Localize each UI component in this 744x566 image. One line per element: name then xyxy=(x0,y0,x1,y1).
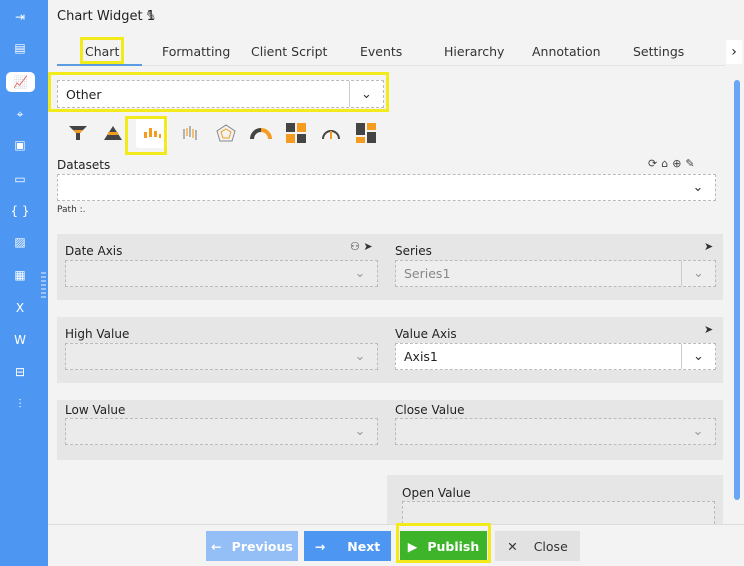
value-axis-label: Value Axis xyxy=(395,327,457,341)
active-tab-underline xyxy=(57,64,142,66)
excel-icon[interactable]: X xyxy=(9,298,31,318)
document-icon[interactable]: ▣ xyxy=(9,135,31,155)
tab-events[interactable]: Events xyxy=(360,44,402,59)
tab-client-script[interactable]: Client Script xyxy=(251,44,327,59)
chart-icon[interactable]: 📈 xyxy=(6,72,35,92)
report-icon[interactable]: ⫶ xyxy=(9,394,31,414)
open-value-label: Open Value xyxy=(402,486,471,500)
sign-in-icon[interactable]: ⇥ xyxy=(9,7,31,27)
chevron-down-icon[interactable]: ⌄ xyxy=(681,261,715,286)
chart-icon-row xyxy=(66,118,378,148)
chevron-down-icon[interactable]: ⌄ xyxy=(681,344,715,369)
arrow-right-icon: → xyxy=(314,538,326,554)
high-value-label: High Value xyxy=(65,327,130,341)
tab-annotation[interactable]: Annotation xyxy=(532,44,601,59)
home-icon[interactable]: ⌂ xyxy=(661,157,668,170)
funnel-icon[interactable] xyxy=(66,121,90,145)
map-icon[interactable]: ⌖ xyxy=(9,104,31,124)
series-select[interactable]: Series1 ⌄ xyxy=(395,260,716,287)
datasets-select[interactable]: ⌄ xyxy=(57,174,716,201)
value-axis-select[interactable]: Axis1 ⌄ xyxy=(395,343,716,370)
close-button[interactable]: ✕ Close xyxy=(495,531,580,561)
next-label: Next xyxy=(347,538,381,554)
date-axis-select[interactable]: ⌄ xyxy=(65,260,378,287)
refresh-icon[interactable]: ⟳ xyxy=(648,157,657,170)
pyramid-icon[interactable] xyxy=(101,121,125,145)
chevron-down-icon[interactable]: ⌄ xyxy=(343,261,377,286)
open-value-select[interactable] xyxy=(402,501,715,524)
code-icon[interactable]: { } xyxy=(9,201,31,221)
send-icon[interactable]: ➤ xyxy=(704,240,713,253)
dataset-actions: ⟳ ⌂ ⊕ ✎ xyxy=(648,157,695,170)
ohlc-icon[interactable] xyxy=(179,121,203,145)
tab-formatting[interactable]: Formatting xyxy=(162,44,230,59)
low-value-select[interactable]: ⌄ xyxy=(65,418,378,445)
scrollbar[interactable] xyxy=(734,80,740,500)
low-value-label: Low Value xyxy=(65,403,126,417)
treemap-icon[interactable] xyxy=(354,121,378,145)
chevron-down-icon[interactable]: ⌄ xyxy=(343,419,377,444)
close-value-select[interactable]: ⌄ xyxy=(395,418,716,445)
series-label: Series xyxy=(395,244,432,258)
arrow-left-icon: ← xyxy=(211,538,222,554)
highlight-box xyxy=(48,72,389,112)
tab-settings[interactable]: Settings xyxy=(633,44,684,59)
close-label: Close xyxy=(533,538,568,554)
chevron-right-icon[interactable]: › xyxy=(726,40,742,64)
hierarchy-icon[interactable]: ⚇ ➤ xyxy=(350,240,373,253)
heatmap-icon[interactable] xyxy=(284,121,308,145)
hierarchy-icon[interactable]: ⊟ xyxy=(9,362,31,382)
chevron-down-icon[interactable]: ⌄ xyxy=(681,419,715,444)
highlight-box xyxy=(125,116,167,155)
word-icon[interactable]: W xyxy=(9,330,31,350)
edit-icon[interactable]: ✎ xyxy=(685,157,694,170)
tab-bar: Chart Formatting Client Script Events Hi… xyxy=(57,40,725,66)
id-card-icon[interactable]: ▭ xyxy=(9,169,31,189)
chevron-down-icon[interactable]: ⌄ xyxy=(343,344,377,369)
path-text: Path :. xyxy=(57,205,86,215)
close-icon: ✕ xyxy=(507,538,518,554)
calendar-icon[interactable]: ▦ xyxy=(9,265,31,285)
send-icon[interactable]: ➤ xyxy=(704,323,713,336)
datasets-label: Datasets xyxy=(57,158,111,172)
radar-icon[interactable] xyxy=(214,121,238,145)
resize-handle[interactable] xyxy=(41,272,46,298)
tab-hierarchy[interactable]: Hierarchy xyxy=(444,44,504,59)
series-value: Series1 xyxy=(404,266,451,281)
edit-icon[interactable]: ✎ xyxy=(146,9,156,23)
image-icon[interactable]: ▨ xyxy=(9,232,31,252)
form-icon[interactable]: ▤ xyxy=(9,38,31,58)
gauge-icon[interactable] xyxy=(319,121,343,145)
chevron-down-icon[interactable]: ⌄ xyxy=(681,175,715,200)
close-value-label: Close Value xyxy=(395,403,465,417)
previous-label: Previous xyxy=(231,538,293,554)
high-value-select[interactable]: ⌄ xyxy=(65,343,378,370)
previous-button[interactable]: ← Previous xyxy=(206,531,298,561)
add-icon[interactable]: ⊕ xyxy=(672,157,681,170)
date-axis-label: Date Axis xyxy=(65,244,123,258)
highlight-box xyxy=(80,37,124,64)
next-button[interactable]: → Next xyxy=(304,531,391,561)
widget-title: Chart Widget 1 xyxy=(57,9,156,24)
value-axis-value: Axis1 xyxy=(404,349,438,364)
highlight-box xyxy=(396,523,491,563)
semi-donut-icon[interactable] xyxy=(249,121,273,145)
